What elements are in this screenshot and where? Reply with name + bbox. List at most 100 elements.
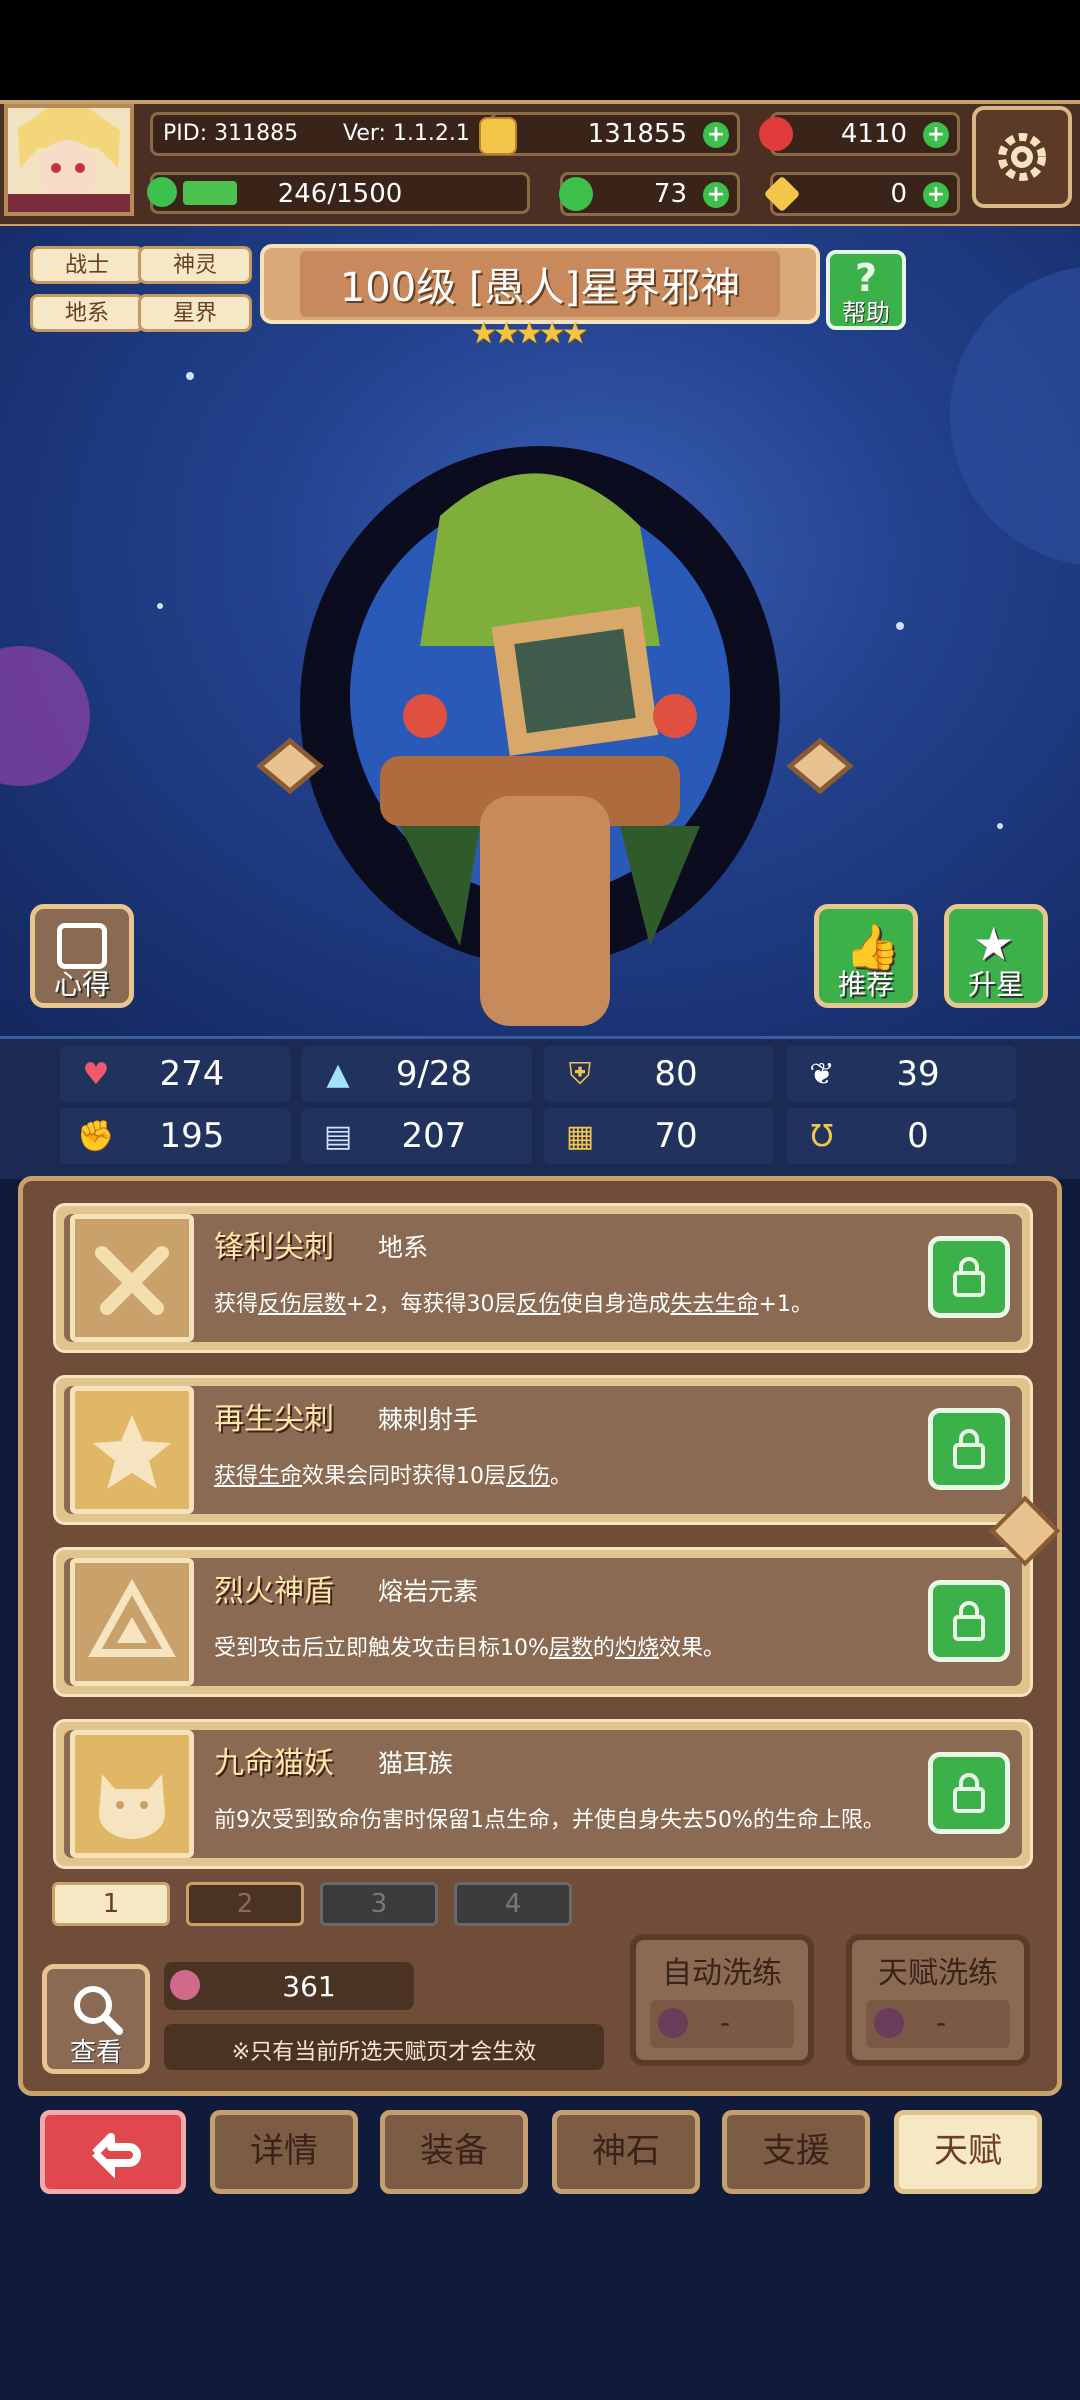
key-box: 0 + (763, 172, 960, 216)
star-up-button[interactable]: ★ 升星 (944, 904, 1048, 1008)
insight-label: 心得 (53, 968, 110, 1001)
heart-icon: ♥ (82, 1056, 110, 1092)
lock-button[interactable] (928, 1236, 1010, 1318)
stat-magic: ▤ 207 (302, 1108, 532, 1164)
pid-version-box: PID: 311885 Ver: 1.1.2.1 (150, 112, 530, 156)
add-gold-button[interactable]: + (703, 122, 729, 148)
nav-god-stone[interactable]: 神石 (552, 2110, 700, 2194)
auto-reroll-cost-value: - (720, 2006, 731, 2039)
stat-value: 80 (654, 1054, 698, 1094)
back-button[interactable] (40, 2110, 186, 2194)
nav-equipment[interactable]: 装备 (380, 2110, 528, 2194)
talent-card-3[interactable]: 烈火神盾 熔岩元素 受到攻击后立即触发攻击目标10%层数的灼烧效果。 (53, 1547, 1033, 1697)
stat-mana: ▲ 9/28 (302, 1046, 532, 1102)
stat-value: 207 (401, 1116, 467, 1156)
talent-name: 锋利尖刺 (214, 1230, 334, 1265)
add-gem-button[interactable]: + (923, 122, 949, 148)
page-tab-2[interactable]: 2 (186, 1882, 304, 1926)
tag-warrior[interactable]: 战士 (30, 246, 144, 284)
wing-icon: ❦ (809, 1056, 835, 1092)
page-tab-1[interactable]: 1 (52, 1882, 170, 1926)
lock-icon (953, 1257, 985, 1297)
reroll-currency-box: 361 (164, 1962, 414, 2010)
talent-description: 前9次受到致命伤害时保留1点生命，并使自身失去50%的生命上限。 (214, 1808, 885, 1833)
peach-icon (874, 2008, 904, 2038)
talent-source: 棘刺射手 (378, 1405, 479, 1434)
gem-box: 4110 + (759, 112, 960, 156)
shield-triangle-icon (70, 1558, 194, 1686)
player-avatar[interactable] (4, 104, 134, 216)
water-drop-icon: ▲ (326, 1056, 350, 1092)
help-label: 帮助 (842, 299, 890, 327)
top-status-bar (0, 0, 1080, 100)
talent-card-1[interactable]: 锋利尖刺 地系 获得反伤层数+2，每获得30层反伤使自身造成失去生命+1。 (53, 1203, 1033, 1353)
stat-luck: Ʊ 0 (786, 1108, 1016, 1164)
gold-coin-icon (479, 117, 517, 155)
recommend-button[interactable]: 👍 推荐 (814, 904, 918, 1008)
talent-card-4[interactable]: 九命猫妖 猫耳族 前9次受到致命伤害时保留1点生命，并使自身失去50%的生命上限… (53, 1719, 1033, 1869)
peach-icon (658, 2008, 688, 2038)
tag-deity[interactable]: 神灵 (138, 246, 252, 284)
clover-box: 73 + (559, 172, 740, 216)
view-button[interactable]: 查看 (42, 1964, 150, 2074)
clover-amount: 73 (653, 179, 687, 209)
talent-description: 获得反伤层数+2，每获得30层反伤使自身造成失去生命+1。 (214, 1292, 813, 1317)
talent-card-2[interactable]: 再生尖刺 棘刺射手 获得生命效果会同时获得10层反伤。 (53, 1375, 1033, 1525)
crossed-swords-icon (70, 1214, 194, 1342)
stat-value: 195 (159, 1116, 225, 1156)
page-tab-4[interactable]: 4 (454, 1882, 572, 1926)
lock-button[interactable] (928, 1580, 1010, 1662)
lock-button[interactable] (928, 1752, 1010, 1834)
magnifier-icon (74, 1986, 123, 2035)
talent-description: 受到攻击后立即触发攻击目标10%层数的灼烧效果。 (214, 1636, 725, 1661)
nav-support[interactable]: 支援 (722, 2110, 870, 2194)
talent-source: 地系 (378, 1233, 429, 1262)
talent-description: 获得生命效果会同时获得10层反伤。 (214, 1464, 573, 1489)
version-text: Ver: 1.1.2.1 (343, 121, 470, 146)
key-icon (763, 175, 801, 213)
gold-amount: 131855 (587, 119, 687, 149)
nav-talent[interactable]: 天赋 (894, 2110, 1042, 2194)
stat-value: 274 (159, 1054, 225, 1094)
lock-button[interactable] (928, 1408, 1010, 1490)
auto-reroll-button[interactable]: 自动洗练 - (630, 1934, 814, 2066)
view-label: 查看 (69, 2038, 122, 2068)
tag-earth[interactable]: 地系 (30, 294, 144, 332)
character-title: 100级 [愚人]星界邪神 (299, 251, 781, 317)
gem-amount: 4110 (840, 119, 907, 149)
horseshoe-icon: Ʊ (810, 1118, 834, 1154)
cat-face-icon (70, 1730, 194, 1858)
gold-box: 131855 + (479, 112, 740, 156)
talent-name: 烈火神盾 (214, 1574, 334, 1609)
add-key-button[interactable]: + (923, 182, 949, 208)
page-tab-3[interactable]: 3 (320, 1882, 438, 1926)
character-title-banner: 100级 [愚人]星界邪神 (260, 244, 820, 324)
talent-card-inner (64, 1386, 1022, 1514)
talent-card-inner (64, 1214, 1022, 1342)
thumbs-up-icon: 👍 (845, 922, 900, 973)
stat-speed: ❦ 39 (786, 1046, 1016, 1102)
talent-source: 熔岩元素 (378, 1577, 479, 1606)
insight-button[interactable]: 心得 (30, 904, 134, 1008)
talent-name: 九命猫妖 (214, 1746, 334, 1781)
talent-reroll-button[interactable]: 天赋洗练 - (846, 1934, 1030, 2066)
energy-text: 246/1500 (277, 179, 403, 209)
red-gem-icon (759, 117, 793, 151)
help-button[interactable]: ? 帮助 (826, 250, 906, 330)
pid-text: PID: 311885 (163, 121, 299, 146)
note-text: ※只有当前所选天赋页才会生效 (231, 2040, 537, 2065)
talent-card-inner (64, 1558, 1022, 1686)
tag-astral[interactable]: 星界 (138, 294, 252, 332)
clover-icon (559, 177, 593, 211)
stat-value: 70 (654, 1116, 698, 1156)
talent-reroll-cost-value: - (936, 2006, 947, 2039)
star-icon: ★ (973, 917, 1015, 971)
nav-details[interactable]: 详情 (210, 2110, 358, 2194)
shield-icon: ⛨ (568, 1056, 592, 1092)
avatar-portrait-icon (8, 108, 130, 212)
stat-value: 0 (907, 1116, 929, 1156)
settings-button[interactable] (972, 106, 1072, 208)
stat-value: 9/28 (395, 1054, 473, 1094)
add-clover-button[interactable]: + (703, 182, 729, 208)
talent-reroll-cost: - (866, 2000, 1010, 2048)
